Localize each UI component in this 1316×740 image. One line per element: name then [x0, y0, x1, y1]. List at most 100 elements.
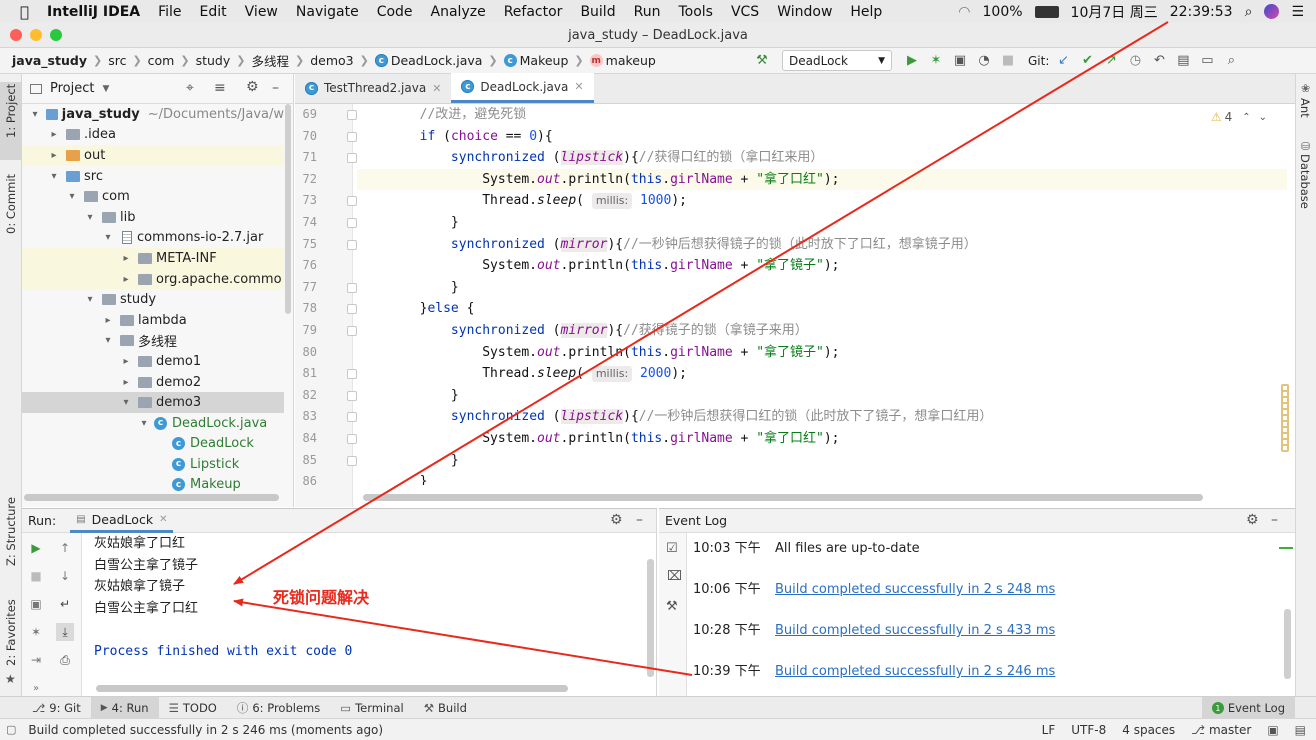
debug-icon[interactable]: ✶ — [926, 51, 946, 71]
run-config-select[interactable]: DeadLock ▼ — [782, 50, 892, 71]
scroll-down-icon[interactable]: ↓ — [56, 567, 74, 585]
chevron-down-icon[interactable]: ▾ — [84, 294, 96, 305]
tree-item[interactable]: ▸ META-INF — [22, 248, 284, 269]
collapse-all-icon[interactable]: ≡ — [214, 80, 226, 96]
fold-marker-icon[interactable] — [347, 326, 357, 336]
close-icon[interactable]: ✕ — [432, 82, 441, 95]
memory-icon[interactable]: ▤ — [1295, 723, 1306, 737]
file-encoding[interactable]: UTF-8 — [1071, 723, 1106, 737]
breadcrumb-demo3[interactable]: demo3 — [310, 53, 353, 68]
wifi-icon[interactable]: ◠ — [958, 4, 970, 20]
menu-navigate[interactable]: Navigate — [287, 4, 368, 20]
scroll-up-icon[interactable]: ↑ — [56, 539, 74, 557]
menubar-time[interactable]: 22:39:53 — [1170, 4, 1233, 20]
menu-build[interactable]: Build — [571, 4, 624, 20]
tree-item[interactable]: ▾ 多线程 — [22, 331, 284, 352]
battery-icon[interactable] — [1034, 5, 1059, 18]
ant-tool-tab-label[interactable]: Ant — [1298, 98, 1312, 118]
gear-icon[interactable]: ⚙ — [1246, 512, 1259, 528]
event-link[interactable]: Build completed successfully in 2 s 248 … — [775, 582, 1055, 597]
menubar-date[interactable]: 10月7日 周三 — [1071, 2, 1158, 22]
git-branch[interactable]: ⎇ master — [1191, 723, 1251, 737]
toggle-window-icon[interactable]: ▭ — [1197, 51, 1217, 71]
tree-item[interactable]: ▾ study — [22, 289, 284, 310]
chevron-right-icon[interactable]: ▸ — [120, 377, 132, 388]
breadcrumb-multithread[interactable]: 多线程 — [251, 51, 289, 70]
menu-file[interactable]: File — [149, 4, 190, 20]
tree-item[interactable]: ▸ demo1 — [22, 351, 284, 372]
battery-percent[interactable]: 100% — [983, 4, 1023, 20]
tree-item[interactable]: ▾ c DeadLock.java — [22, 413, 284, 434]
minimize-window-button[interactable] — [30, 29, 42, 41]
project-tool-tab-label[interactable]: 1: Project — [4, 84, 18, 138]
tree-item[interactable]: ▾ java_study ~/Documents/Java/w — [22, 104, 285, 125]
rollback-icon[interactable]: ↶ — [1149, 51, 1169, 71]
fold-marker-icon[interactable] — [347, 455, 357, 466]
tool-tab-todo[interactable]: ☰ TODO — [159, 697, 227, 719]
scrollbar-thumb[interactable] — [285, 104, 291, 314]
menu-help[interactable]: Help — [841, 4, 891, 20]
tool-tab-event-log[interactable]: 1 Event Log — [1201, 697, 1295, 719]
chevron-down-icon[interactable]: ▾ — [102, 335, 114, 346]
menu-app-name[interactable]: IntelliJ IDEA — [38, 4, 149, 20]
console-output[interactable]: 灰姑娘拿了口红 白雪公主拿了镜子 灰姑娘拿了镜子 白雪公主拿了口红 Proces… — [94, 533, 649, 683]
indent-setting[interactable]: 4 spaces — [1122, 723, 1175, 737]
stop-icon[interactable]: ■ — [27, 567, 45, 585]
breadcrumb-com[interactable]: com — [148, 53, 175, 68]
fold-marker-icon[interactable] — [347, 218, 357, 228]
project-structure-icon[interactable]: ▤ — [1173, 51, 1193, 71]
hide-panel-icon[interactable]: – — [636, 512, 643, 528]
console-vertical-scrollbar[interactable] — [647, 559, 654, 677]
menu-view[interactable]: View — [236, 4, 287, 20]
tree-item[interactable]: c Makeup — [22, 475, 284, 496]
menu-window[interactable]: Window — [768, 4, 841, 20]
menu-tools[interactable]: Tools — [669, 4, 722, 20]
database-tool-tab-label[interactable]: Database — [1298, 154, 1312, 209]
wrench-icon[interactable]: ⚒ — [666, 599, 678, 614]
tree-item[interactable]: ▸ .idea — [22, 125, 284, 146]
git-push-icon[interactable]: ↗ — [1101, 51, 1121, 71]
git-update-icon[interactable]: ↙ — [1053, 51, 1073, 71]
profile-icon[interactable]: ◔ — [974, 51, 994, 71]
camera-icon[interactable]: ▣ — [27, 595, 45, 613]
chevron-down-icon[interactable]: ▾ — [120, 397, 132, 408]
exit-icon[interactable]: ⇥ — [27, 651, 45, 669]
breadcrumb-src[interactable]: src — [108, 53, 126, 68]
tree-item[interactable]: ▸ lambda — [22, 310, 284, 331]
fold-marker-icon[interactable] — [347, 196, 357, 207]
panel-toggle-icon[interactable]: ▢ — [6, 723, 16, 736]
chevron-down-icon[interactable]: ▾ — [84, 212, 96, 223]
tool-tab-problems[interactable]: ⓘ 6: Problems — [227, 697, 330, 719]
tree-item[interactable]: ▾ com — [22, 186, 284, 207]
gear-icon[interactable]: ⚙ — [610, 512, 623, 528]
structure-tool-tab-label[interactable]: Z: Structure — [4, 497, 18, 566]
close-icon[interactable]: ✕ — [574, 80, 583, 93]
breadcrumb-method[interactable]: m makeup — [589, 53, 656, 68]
hide-panel-icon[interactable]: – — [1271, 512, 1278, 528]
fold-marker-icon[interactable] — [347, 282, 357, 293]
close-icon[interactable]: ✕ — [159, 514, 167, 525]
tree-item[interactable]: ▾ src — [22, 166, 284, 187]
tree-item[interactable]: c Lipstick — [22, 454, 284, 475]
fold-marker-icon[interactable] — [347, 153, 357, 164]
breadcrumb-class[interactable]: c Makeup — [503, 53, 568, 68]
siri-icon[interactable] — [1264, 4, 1280, 19]
menu-code[interactable]: Code — [368, 4, 422, 20]
tree-item[interactable]: ▸ out — [22, 145, 284, 166]
project-horizontal-scrollbar[interactable] — [24, 494, 279, 501]
fold-marker-icon[interactable] — [347, 304, 357, 315]
chevron-right-icon[interactable]: ▸ — [48, 129, 60, 140]
console-horizontal-scrollbar[interactable] — [96, 685, 568, 692]
chevron-down-icon[interactable]: ▾ — [102, 232, 114, 243]
commit-tool-tab-label[interactable]: 0: Commit — [4, 174, 18, 234]
code-area[interactable]: //改进，避免死锁 if (choice == 0){ synchronized… — [357, 104, 1287, 507]
spotlight-search-icon[interactable]: ⌕ — [1245, 4, 1253, 20]
project-view-title[interactable]: Project — [50, 81, 94, 96]
fold-marker-icon[interactable] — [347, 110, 357, 120]
chevron-right-icon[interactable]: ▸ — [48, 150, 60, 161]
tree-item[interactable]: ▸ org.apache.commo — [22, 268, 284, 290]
favorites-tool-tab-label[interactable]: 2: Favorites — [4, 599, 18, 666]
chevron-down-icon[interactable]: ▾ — [66, 191, 78, 202]
editor-vertical-scrollbar[interactable] — [1281, 384, 1289, 452]
menu-analyze[interactable]: Analyze — [422, 4, 495, 20]
